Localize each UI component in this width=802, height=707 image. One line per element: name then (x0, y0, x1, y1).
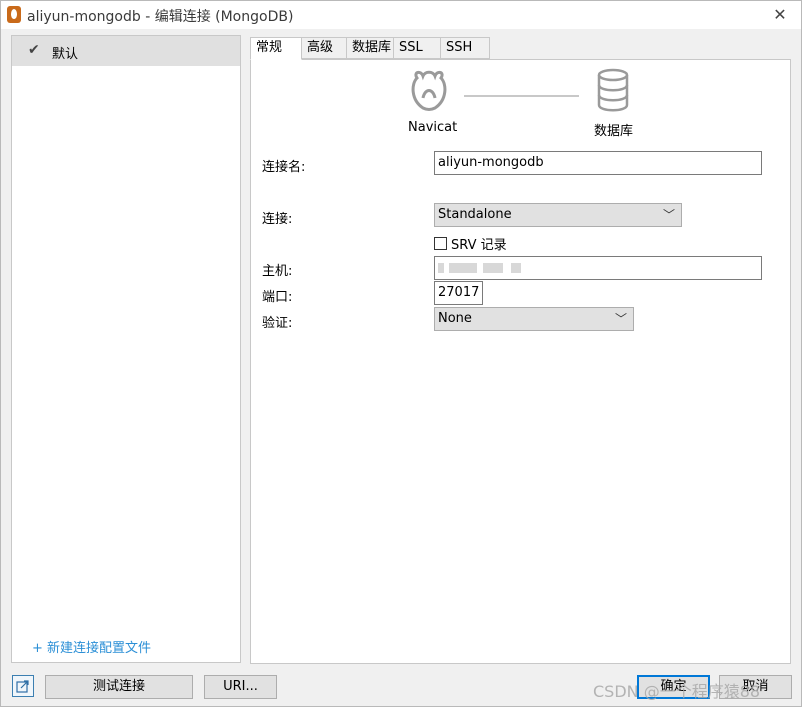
authentication-label: 验证: (262, 316, 293, 331)
test-connection-button[interactable]: 测试连接 (45, 675, 193, 699)
host-input[interactable] (434, 256, 762, 280)
new-connection-profile-link[interactable]: + 新建连接配置文件 (32, 637, 151, 656)
tab-ssh[interactable]: SSH (440, 37, 490, 59)
connection-name-input[interactable]: aliyun-mongodb (434, 151, 762, 175)
port-label: 端口: (262, 290, 293, 305)
navicat-logo-icon (411, 70, 447, 111)
profile-item-label: 默认 (52, 47, 79, 62)
csdn-watermark: CSDN @一个程序猿88 (593, 682, 761, 701)
authentication-value: None (438, 311, 472, 326)
tab-ssl[interactable]: SSL (393, 37, 441, 59)
connection-type-select[interactable]: Standalone ﹀ (434, 203, 682, 227)
srv-record-label: SRV 记录 (451, 238, 507, 253)
tab-advanced[interactable]: 高级 (301, 37, 347, 59)
chevron-down-icon: ﹀ (614, 312, 627, 326)
redacted-host-block (438, 263, 444, 273)
general-tab-panel: Navicat 数据库 连接名: aliyun-mongodb 连接: Stan… (250, 59, 791, 664)
tab-general[interactable]: 常规 (250, 37, 302, 60)
connection-line (464, 95, 579, 97)
title-bar: aliyun-mongodb - 编辑连接 (MongoDB) ✕ (1, 1, 801, 29)
redacted-host-block (483, 263, 503, 273)
close-icon: ✕ (773, 5, 787, 24)
port-input[interactable]: 27017 (434, 281, 483, 305)
redacted-host-block (449, 263, 477, 273)
tab-database[interactable]: 数据库 (346, 37, 394, 59)
database-icon (597, 68, 629, 112)
host-label: 主机: (262, 264, 293, 279)
profile-list: ✔ 默认 + 新建连接配置文件 (11, 35, 241, 663)
authentication-select[interactable]: None ﹀ (434, 307, 634, 331)
srv-record-option[interactable]: SRV 记录 (434, 234, 507, 253)
export-connection-button[interactable] (12, 675, 34, 697)
connection-type-label: 连接: (262, 212, 293, 227)
profile-item-default[interactable]: ✔ 默认 (12, 36, 240, 66)
checkmark-icon: ✔ (28, 42, 40, 58)
connection-name-label: 连接名: (262, 160, 306, 175)
navicat-label: Navicat (408, 120, 458, 135)
connection-type-value: Standalone (438, 207, 512, 222)
database-label: 数据库 (594, 124, 634, 139)
redacted-host-block (511, 263, 521, 273)
window-title: aliyun-mongodb - 编辑连接 (MongoDB) (27, 9, 294, 25)
edit-connection-dialog: aliyun-mongodb - 编辑连接 (MongoDB) ✕ ✔ 默认 +… (0, 0, 802, 707)
close-button[interactable]: ✕ (767, 3, 793, 27)
navicat-app-icon (7, 6, 21, 23)
uri-button[interactable]: URI... (204, 675, 277, 699)
srv-record-checkbox[interactable] (434, 237, 447, 250)
chevron-down-icon: ﹀ (662, 208, 675, 222)
export-icon (16, 680, 29, 693)
